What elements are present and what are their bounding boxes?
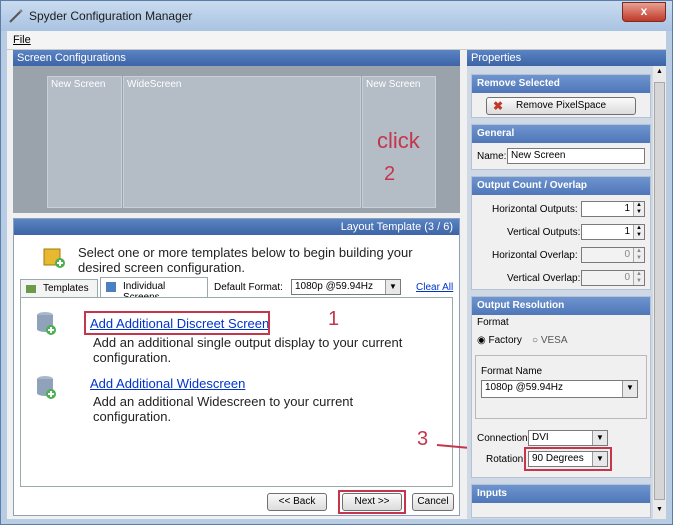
client-area: Screen Configurations New Screen WideScr…: [7, 50, 666, 519]
output-resolution-title: Output Resolution: [472, 297, 650, 315]
format-name-select[interactable]: 1080p @59.94Hz ▼: [481, 380, 638, 398]
annotation-click: click: [377, 128, 420, 153]
default-format-select[interactable]: 1080p @59.94Hz ▼: [291, 279, 401, 295]
layout-template-header: Layout Template (3 / 6): [14, 219, 459, 235]
default-format-label: Default Format:: [214, 282, 283, 293]
app-window: Spyder Configuration Manager x File Scre…: [0, 0, 673, 525]
tab-individual-screens[interactable]: Individual Screens: [100, 277, 208, 303]
template-package-icon: [43, 248, 65, 268]
tab-templates-label: Templates: [43, 283, 89, 294]
properties-scrollbar[interactable]: ▲ ▼: [653, 66, 666, 519]
output-count-title: Output Count / Overlap: [472, 177, 650, 195]
scroll-up-icon[interactable]: ▲: [654, 68, 665, 75]
vesa-label: VESA: [540, 335, 568, 346]
remove-selected-section: Remove Selected ✖ Remove PixelSpace: [471, 74, 651, 118]
screen-canvas[interactable]: New Screen WideScreen New Screen click 2: [13, 66, 460, 213]
factory-radio[interactable]: ◉ Factory: [477, 335, 522, 346]
spin-arrows-icon[interactable]: ▲ ▼: [633, 248, 644, 262]
remove-pixelspace-label: Remove PixelSpace: [515, 100, 607, 111]
h-overlap-value: 0: [624, 249, 630, 260]
general-title: General: [472, 125, 650, 143]
v-overlap-value: 0: [624, 272, 630, 283]
output-count-section: Output Count / Overlap Horizontal Output…: [471, 176, 651, 290]
screen-config-header: Screen Configurations: [13, 50, 460, 66]
add-widescreen-desc: Add an additional Widescreen to your cur…: [93, 394, 354, 424]
spin-arrows-icon[interactable]: ▲ ▼: [633, 202, 644, 216]
rotation-label: Rotation:: [486, 454, 527, 465]
highlight-box: [84, 311, 270, 335]
chevron-down-icon[interactable]: ▼: [592, 431, 607, 445]
h-outputs-value: 1: [624, 203, 630, 214]
properties-panel: Remove Selected ✖ Remove PixelSpace Gene…: [467, 66, 666, 519]
back-button[interactable]: << Back: [267, 493, 327, 511]
vesa-radio[interactable]: ○ VESA: [532, 335, 568, 346]
format-name-value: 1080p @59.94Hz: [485, 382, 563, 393]
cancel-button[interactable]: Cancel: [412, 493, 454, 511]
clear-all-link[interactable]: Clear All: [416, 282, 453, 293]
tab-templates[interactable]: Templates: [20, 279, 98, 297]
v-overlap-label: Vertical Overlap:: [507, 273, 581, 284]
remove-pixelspace-button[interactable]: ✖ Remove PixelSpace: [486, 97, 636, 115]
remove-selected-title: Remove Selected: [472, 75, 650, 93]
window-title: Spyder Configuration Manager: [29, 9, 193, 23]
chevron-down-icon[interactable]: ▼: [385, 280, 400, 294]
format-name-label: Format Name: [481, 366, 543, 377]
v-outputs-value: 1: [624, 226, 630, 237]
default-format-value: 1080p @59.94Hz: [295, 281, 373, 292]
remove-icon: ✖: [493, 99, 504, 113]
highlight-box: [524, 447, 612, 471]
screen-tile[interactable]: New Screen: [47, 76, 122, 208]
add-discreet-screen-desc: Add an additional single output display …: [93, 335, 403, 365]
annotation-1: 1: [328, 308, 340, 330]
spin-arrows-icon[interactable]: ▲ ▼: [633, 225, 644, 239]
v-outputs-stepper[interactable]: 1 ▲ ▼: [581, 224, 645, 240]
template-list: Add Additional Discreet Screen 1 Add an …: [20, 297, 453, 487]
chevron-down-icon[interactable]: ▼: [622, 381, 637, 397]
puzzle-icon: [106, 282, 116, 292]
layout-template-panel: Layout Template (3 / 6) Select one or mo…: [13, 218, 460, 516]
screen-tile[interactable]: WideScreen: [123, 76, 361, 208]
intro-text: Select one or more templates below to be…: [78, 245, 413, 275]
annotation-3: 3: [417, 428, 429, 450]
menu-bar: File: [7, 31, 666, 50]
annotation-2: 2: [384, 163, 396, 185]
close-button[interactable]: x: [622, 2, 666, 22]
v-overlap-stepper[interactable]: 0 ▲ ▼: [581, 270, 645, 286]
spin-arrows-icon[interactable]: ▲ ▼: [633, 271, 644, 285]
scroll-down-icon[interactable]: ▼: [654, 506, 665, 513]
name-label: Name:: [477, 151, 507, 162]
menu-file[interactable]: File: [13, 34, 31, 46]
add-widescreen-link[interactable]: Add Additional Widescreen: [90, 376, 245, 391]
scroll-thumb[interactable]: [654, 82, 665, 500]
v-outputs-label: Vertical Outputs:: [507, 227, 581, 238]
format-label: Format: [477, 317, 509, 328]
connection-value: DVI: [532, 432, 549, 443]
highlight-box: [338, 490, 406, 514]
h-outputs-label: Horizontal Outputs:: [492, 204, 578, 215]
inputs-section: Inputs: [471, 484, 651, 518]
app-icon: [9, 9, 23, 23]
properties-header: Properties: [467, 50, 666, 66]
h-outputs-stepper[interactable]: 1 ▲ ▼: [581, 201, 645, 217]
templates-icon: [26, 285, 36, 293]
database-add-icon: [37, 376, 56, 399]
factory-label: Factory: [488, 335, 522, 346]
connection-select[interactable]: DVI ▼: [528, 430, 608, 446]
inputs-title: Inputs: [472, 485, 650, 503]
connection-label: Connection: [477, 433, 528, 444]
title-bar: Spyder Configuration Manager x: [1, 1, 672, 31]
name-field[interactable]: New Screen: [507, 148, 645, 164]
h-overlap-label: Horizontal Overlap:: [492, 250, 578, 261]
output-resolution-section: Output Resolution Format ◉ Factory ○ VES…: [471, 296, 651, 478]
database-add-icon: [37, 312, 56, 335]
general-section: General Name: New Screen: [471, 124, 651, 170]
h-overlap-stepper[interactable]: 0 ▲ ▼: [581, 247, 645, 263]
format-name-group: Format Name 1080p @59.94Hz ▼: [475, 355, 647, 419]
